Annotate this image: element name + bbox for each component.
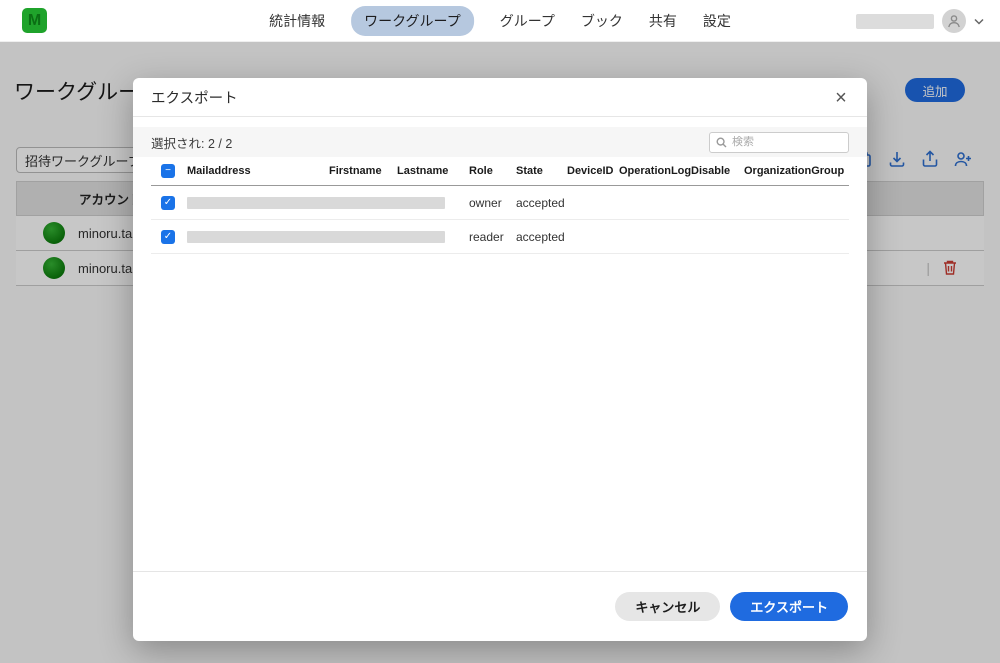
col-disable: Disable [691,165,731,177]
cell-role: owner [469,195,502,210]
col-state: State [516,165,543,177]
app-root: ワークグループ 追加 招待ワークグループ（ アカウント minoru.tan m… [0,0,1000,663]
select-all-checkbox[interactable]: − [161,164,175,178]
modal-header: エクスポート × [133,78,867,117]
export-modal: エクスポート × 選択され: 2 / 2 − Mailaddress First… [133,78,867,641]
export-table-row[interactable]: ✓ owner accepted [151,186,849,220]
nav-item-settings[interactable]: 設定 [703,11,731,31]
cell-state: accepted [516,229,565,244]
search-input[interactable] [732,136,842,148]
chevron-down-icon[interactable] [974,18,984,25]
cell-state: accepted [516,195,565,210]
main-nav: 統計情報 ワークグループ グループ ブック 共有 設定 [269,0,731,42]
col-mailaddress: Mailaddress [187,165,251,177]
modal-toolbar: 選択され: 2 / 2 [133,127,867,157]
selection-count: 選択され: 2 / 2 [151,136,233,151]
search-icon [716,136,727,148]
user-avatar[interactable] [942,9,966,33]
cell-role: reader [469,229,504,244]
cancel-button[interactable]: キャンセル [615,592,721,621]
row-checkbox[interactable]: ✓ [161,195,175,210]
nav-item-books[interactable]: ブック [581,11,623,31]
close-icon[interactable]: × [827,84,855,112]
mailaddress-redacted [187,196,445,209]
search-box[interactable] [709,131,849,153]
nav-item-groups[interactable]: グループ [500,11,555,31]
modal-footer: キャンセル エクスポート [133,571,867,641]
row-checkbox[interactable]: ✓ [161,229,175,244]
nav-item-statistics[interactable]: 統計情報 [269,11,325,31]
username-redacted [856,13,934,29]
col-lastname: Lastname [397,165,449,177]
export-table-header: − Mailaddress Firstname Lastname Role St… [151,157,849,186]
export-table-row[interactable]: ✓ reader accepted [151,220,849,254]
modal-title: エクスポート [151,90,238,107]
nav-item-share[interactable]: 共有 [649,11,677,31]
nav-item-workgroups[interactable]: ワークグループ [351,6,474,36]
col-firstname: Firstname [329,165,382,177]
app-logo-icon[interactable]: M [22,8,47,33]
col-deviceid: DeviceID [567,165,614,177]
export-button[interactable]: エクスポート [730,592,848,621]
col-organizationgroup: OrganizationGroup [744,165,845,177]
col-role: Role [469,165,493,177]
col-operationlog: OperationLog [619,165,692,177]
mailaddress-redacted [187,230,445,243]
user-menu [856,0,984,42]
top-navigation-bar: M 統計情報 ワークグループ グループ ブック 共有 設定 [0,0,1000,42]
